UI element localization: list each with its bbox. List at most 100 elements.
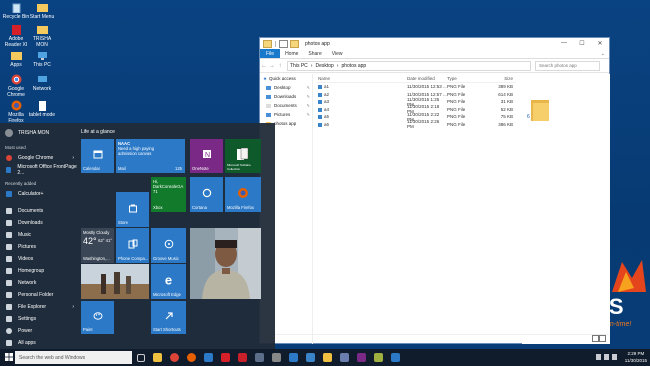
search-input[interactable]: Search photos app	[535, 60, 600, 71]
desktop-icon-user[interactable]: TRISHA MON	[28, 24, 56, 48]
calculator-icon[interactable]	[272, 353, 281, 362]
close-button[interactable]: ✕	[591, 40, 609, 47]
tile-paint[interactable]: Paint	[81, 301, 114, 334]
minimize-button[interactable]: —	[555, 40, 573, 47]
forward-button[interactable]: →	[268, 63, 276, 69]
tab-file[interactable]: File	[260, 49, 281, 58]
start-place-music[interactable]: Music	[0, 229, 78, 240]
tile-weather[interactable]: Mostly Cloudy 42° 62° 41° Washington,...	[81, 228, 114, 263]
start-place-file-explorer[interactable]: File Explorer ›	[0, 301, 78, 312]
start-item-frontpage[interactable]: Microsoft Office FrontPage 2...	[0, 164, 78, 176]
network-icon[interactable]	[340, 353, 349, 362]
start-place-power[interactable]: Power	[0, 325, 78, 336]
tile-mail[interactable]: NAAC Need a high paying admission canvas…	[116, 139, 185, 173]
start-place-pictures[interactable]: Pictures	[0, 241, 78, 252]
nav-item-pictures[interactable]: Pictures ✎	[260, 110, 312, 119]
volume-icon[interactable]	[604, 354, 609, 360]
start-place-documents[interactable]: Documents	[0, 205, 78, 216]
windows-start-button[interactable]	[5, 353, 13, 361]
landscape-photo-icon	[81, 264, 149, 299]
desktop-icon-firefox[interactable]: Mozilla Firefox	[2, 100, 30, 124]
expand-ribbon-icon[interactable]: ⌄	[601, 49, 605, 58]
chevron-right-icon[interactable]: ›	[72, 155, 74, 161]
desktop-icon-chrome[interactable]: Google Chrome	[2, 74, 30, 98]
tile-phone-companion[interactable]: Phone Compa...	[116, 228, 149, 263]
start-place-personal-folder[interactable]: Personal Folder	[0, 289, 78, 300]
store-bag-icon[interactable]	[289, 353, 298, 362]
column-date[interactable]: Date modified	[407, 76, 447, 81]
start-place-downloads[interactable]: Downloads	[0, 217, 78, 228]
properties-icon[interactable]	[279, 39, 288, 48]
tile-start-shortcuts[interactable]: Start Shortcuts	[151, 301, 186, 334]
tile-store[interactable]: Store	[116, 192, 149, 227]
column-type[interactable]: Type	[447, 76, 487, 81]
start-item-chrome[interactable]: Google Chrome ›	[0, 152, 78, 163]
taskbar-clock[interactable]: 2:29 PM 11/30/2015	[625, 350, 647, 364]
file-row[interactable]: a1 11/30/2015 12:53 ... PNG File 389 KB	[316, 83, 516, 91]
start-place-all-apps[interactable]: All apps	[0, 337, 78, 348]
new-folder-icon[interactable]	[290, 39, 299, 48]
tile-onenote[interactable]: N OneNote	[190, 139, 223, 173]
breadcrumb-this-pc[interactable]: This PC	[290, 63, 308, 69]
tray-chevron-icon[interactable]	[596, 354, 601, 360]
task-view-icon[interactable]	[137, 354, 145, 362]
desktop-icon-adobe-reader[interactable]: Adobe Reader XI	[2, 24, 30, 48]
tile-solitaire[interactable]: Microsoft Solitaire Collection	[225, 139, 261, 173]
tile-calendar[interactable]: Calendar	[81, 139, 114, 173]
taskbar-search-input[interactable]: Search the web and Windows	[15, 351, 132, 364]
breadcrumb-photos-app[interactable]: photos app	[341, 63, 366, 69]
chrome-icon[interactable]	[170, 353, 179, 362]
window-titlebar[interactable]: photos app — ☐ ✕	[260, 38, 609, 49]
tile-groove-music[interactable]: Groove Music	[151, 228, 186, 263]
window-title: photos app	[305, 40, 330, 47]
tile-photo[interactable]	[190, 228, 261, 299]
desktop-icon-tablet-mode[interactable]: tablet mode	[28, 100, 56, 118]
details-view-icon[interactable]	[592, 335, 599, 342]
tile-edge[interactable]: e Microsoft Edge	[151, 264, 186, 299]
tab-view[interactable]: View	[327, 49, 348, 58]
tile-xbox[interactable]: Hi, DarkConsoleGA 71 Xbox	[151, 177, 186, 212]
tab-home[interactable]: Home	[280, 49, 303, 58]
file-row[interactable]: a6 11/30/2015 2:26 PM PNG File 386 KB	[316, 119, 516, 129]
onenote-icon[interactable]	[357, 353, 366, 362]
start-place-network[interactable]: Network	[0, 277, 78, 288]
tile-firefox[interactable]: Mozilla Firefox	[225, 177, 261, 212]
media-icon[interactable]	[238, 353, 247, 362]
start-place-settings[interactable]: Settings	[0, 313, 78, 324]
file-explorer-icon[interactable]	[153, 353, 162, 362]
maximize-button[interactable]: ☐	[573, 40, 591, 47]
start-place-videos[interactable]: Videos	[0, 253, 78, 264]
folder-icon[interactable]	[323, 353, 332, 362]
app-icon[interactable]	[391, 353, 400, 362]
tile-photos[interactable]	[81, 264, 149, 299]
tiles-view-icon[interactable]	[599, 335, 606, 342]
nav-item-downloads[interactable]: Downloads ✎	[260, 92, 312, 101]
nav-item-documents[interactable]: Documents ✎	[260, 101, 312, 110]
column-name[interactable]: Name	[316, 76, 407, 81]
edge-icon[interactable]	[204, 353, 213, 362]
firefox-icon[interactable]	[187, 353, 196, 362]
breadcrumb-desktop[interactable]: Desktop	[315, 63, 333, 69]
tile-cortana[interactable]: Cortana	[190, 177, 223, 212]
tab-share[interactable]: Share	[303, 49, 326, 58]
address-bar[interactable]: This PC › Desktop › photos app	[287, 60, 531, 71]
network-status-icon[interactable]	[612, 354, 617, 360]
desktop-icon-start-menu[interactable]: Start Menu	[28, 2, 56, 20]
up-button[interactable]: ↑	[276, 63, 284, 69]
back-button[interactable]: ←	[260, 63, 268, 69]
start-place-homegroup[interactable]: Homegroup	[0, 265, 78, 276]
quick-access[interactable]: ★ Quick access	[260, 74, 312, 83]
app-icon[interactable]	[255, 353, 264, 362]
desktop-icon-apps[interactable]: Apps	[2, 50, 30, 68]
user-account[interactable]: TRISHA MON	[0, 127, 78, 138]
desktop-icon-this-pc[interactable]: This PC	[28, 50, 56, 68]
desktop-icon-recycle-bin[interactable]: Recycle Bin	[2, 2, 30, 20]
start-item-calculator[interactable]: Calculator+	[0, 188, 78, 199]
pdf-icon[interactable]	[221, 353, 230, 362]
desktop-icon-network[interactable]: Network	[28, 74, 56, 92]
paint-palette-icon[interactable]	[374, 353, 383, 362]
chevron-right-icon[interactable]: ›	[72, 304, 74, 310]
nav-item-desktop[interactable]: Desktop ✎	[260, 83, 312, 92]
column-size[interactable]: Size	[487, 76, 513, 81]
mail-icon[interactable]	[306, 353, 315, 362]
